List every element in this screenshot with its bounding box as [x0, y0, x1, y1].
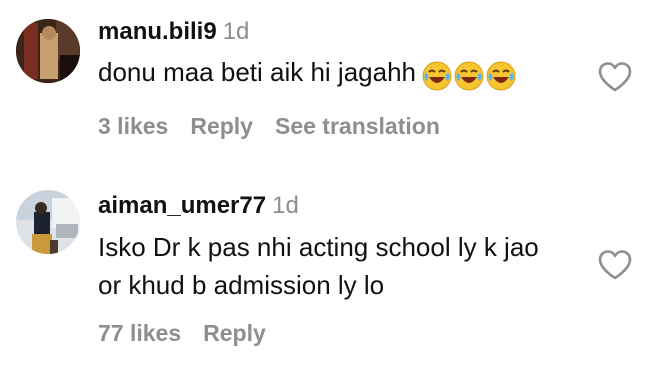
reply-button[interactable]: Reply [203, 320, 266, 346]
timestamp: 1d [222, 18, 250, 45]
laughing-tears-emoji-icon [486, 61, 516, 91]
laughing-tears-emoji-icon [422, 61, 452, 91]
username[interactable]: manu.bili9 [98, 18, 217, 45]
comment-actions: 77 likes Reply [98, 320, 288, 347]
username[interactable]: aiman_umer77 [98, 192, 266, 219]
comment-body-line-2: or khud b admission ly lo [98, 270, 385, 300]
likes-count[interactable]: 3 likes [98, 113, 168, 139]
comment-actions: 3 likes Reply See translation [98, 113, 462, 140]
likes-count[interactable]: 77 likes [98, 320, 181, 346]
timestamp: 1d [272, 192, 299, 219]
avatar[interactable] [16, 190, 80, 254]
reply-button[interactable]: Reply [190, 113, 253, 139]
heart-icon[interactable] [597, 61, 633, 93]
comment-item: manu.bili9 1d donu maa beti aik hi jagahh [0, 0, 654, 170]
comment-header: aiman_umer77 1d [98, 192, 299, 220]
heart-icon[interactable] [597, 249, 633, 281]
avatar[interactable] [16, 19, 80, 83]
comment-item: aiman_umer77 1d Isko Dr k pas nhi acting … [0, 170, 654, 377]
comment-text: Isko Dr k pas nhi acting school ly k jao… [98, 228, 539, 304]
comment-body: donu maa beti aik hi jagahh [98, 57, 417, 87]
laughing-tears-emoji-icon [454, 61, 484, 91]
emoji-group [422, 55, 518, 93]
comment-text: donu maa beti aik hi jagahh [98, 53, 518, 93]
comment-header: manu.bili9 1d [98, 18, 249, 46]
comment-body-line-1: Isko Dr k pas nhi acting school ly k jao [98, 232, 539, 262]
see-translation-button[interactable]: See translation [275, 113, 440, 139]
